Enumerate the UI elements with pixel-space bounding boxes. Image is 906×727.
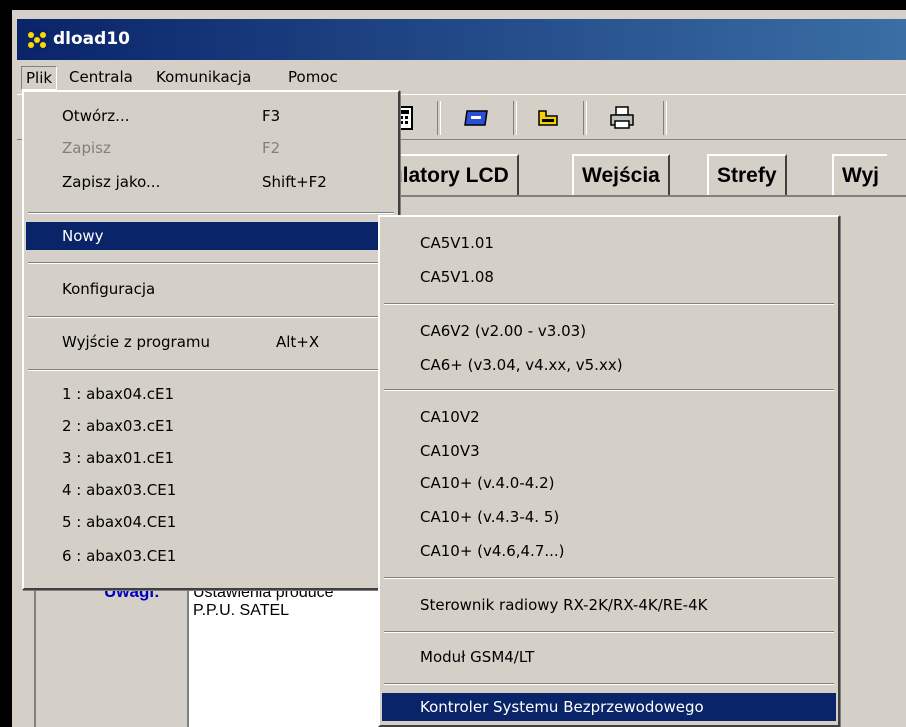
submenu-item[interactable]: CA10V3 (382, 437, 836, 465)
modem-icon[interactable] (457, 103, 495, 133)
menu-komunikacja[interactable]: Komunikacja (152, 66, 255, 88)
screen-frame-left (0, 0, 12, 727)
recent-file-item[interactable]: 3 : abax01.cE1 (26, 444, 396, 472)
menu-item-label: CA6+ (v3.04, v4.xx, v5.xx) (420, 356, 623, 374)
menu-item-label: Otwórz... (62, 107, 130, 125)
menu-item-nowy[interactable]: Nowy (26, 222, 396, 250)
menu-separator (384, 303, 834, 305)
submenu-item[interactable]: Sterownik radiowy RX-2K/RX-4K/RE-4K (382, 591, 836, 619)
menu-item-label: Nowy (62, 227, 104, 245)
menu-item-label: 4 : abax03.CE1 (62, 481, 177, 499)
menu-item-label: Sterownik radiowy RX-2K/RX-4K/RE-4K (420, 596, 708, 614)
device-icon[interactable] (529, 103, 567, 133)
app-icon (25, 29, 49, 51)
menu-item-shortcut: F3 (262, 107, 281, 125)
menu-item-zapisz: Zapisz F2 (26, 134, 396, 162)
menu-separator (28, 212, 394, 214)
menu-item-label: Konfiguracja (62, 280, 156, 298)
toolbar-separator (663, 101, 667, 135)
menu-separator (384, 683, 834, 685)
submenu-item[interactable]: CA10+ (v.4.3-4. 5) (382, 503, 836, 531)
submenu-item-kontroler[interactable]: Kontroler Systemu Bezprzewodowego (382, 693, 836, 721)
recent-file-item[interactable]: 6 : abax03.CE1 (26, 542, 396, 570)
recent-file-item[interactable]: 1 : abax04.cE1 (26, 380, 396, 408)
menu-item-label: 3 : abax01.cE1 (62, 449, 175, 467)
tab-strefy[interactable]: Strefy (707, 154, 787, 196)
menu-item-label: Zapisz jako... (62, 173, 161, 191)
toolbar-separator (437, 101, 441, 135)
tab-wejscia[interactable]: Wejścia (572, 154, 670, 196)
submenu-item[interactable]: CA10+ (v.4.0-4.2) (382, 469, 836, 497)
menu-item-label: Kontroler Systemu Bezprzewodowego (420, 698, 704, 716)
submenu-item[interactable]: Moduł GSM4/LT (382, 643, 836, 671)
toolbar-separator (513, 101, 517, 135)
uwagi-line: P.P.U. SATEL (193, 602, 290, 619)
recent-file-item[interactable]: 5 : abax04.CE1 (26, 508, 396, 536)
submenu-item[interactable]: CA6V2 (v2.00 - v3.03) (382, 317, 836, 345)
menu-plik[interactable]: Plik (21, 66, 58, 90)
submenu-item[interactable]: CA10V2 (382, 403, 836, 431)
menu-item-label: CA10+ (v.4.0-4.2) (420, 474, 555, 492)
menu-bar: Plik Centrala Komunikacja Pomoc (17, 62, 906, 90)
menu-separator (28, 262, 394, 264)
menu-item-label: Moduł GSM4/LT (420, 648, 535, 666)
menu-item-label: 1 : abax04.cE1 (62, 385, 175, 403)
menu-separator (384, 631, 834, 633)
menu-item-zapisz-jako[interactable]: Zapisz jako... Shift+F2 (26, 168, 396, 196)
uwagi-field[interactable]: Ustawienia produce P.P.U. SATEL (187, 580, 407, 727)
app-window: dload10 Plik Centrala Komunikacja Pomoc (12, 10, 906, 727)
menu-centrala[interactable]: Centrala (65, 66, 137, 88)
submenu-item[interactable]: CA10+ (v4.6,4.7...) (382, 537, 836, 565)
menu-item-shortcut: Alt+X (276, 333, 320, 351)
menu-item-label: Zapisz (62, 139, 111, 157)
menu-item-label: CA6V2 (v2.00 - v3.03) (420, 322, 587, 340)
menu-separator (384, 577, 834, 579)
plik-menu: Otwórz... F3 Zapisz F2 Zapisz jako... Sh… (22, 90, 400, 590)
menu-item-label: CA10+ (v4.6,4.7...) (420, 542, 565, 560)
menu-item-label: CA10V2 (420, 408, 480, 426)
menu-item-label: Wyjście z programu (62, 333, 211, 351)
nowy-submenu: CA5V1.01 CA5V1.08 CA6V2 (v2.00 - v3.03) … (378, 215, 840, 727)
menu-item-otworz[interactable]: Otwórz... F3 (26, 102, 396, 130)
menu-item-label: CA5V1.01 (420, 234, 494, 252)
submenu-item[interactable]: CA5V1.08 (382, 263, 836, 291)
menu-item-label: 6 : abax03.CE1 (62, 547, 177, 565)
menu-item-label: 2 : abax03.cE1 (62, 417, 175, 435)
submenu-item[interactable]: CA6+ (v3.04, v4.xx, v5.xx) (382, 351, 836, 379)
menu-separator (384, 389, 834, 391)
menu-separator (28, 369, 394, 371)
menu-item-label: 5 : abax04.CE1 (62, 513, 177, 531)
toolbar-separator (583, 101, 587, 135)
window-title: dload10 (53, 29, 130, 49)
printer-icon[interactable] (603, 103, 641, 133)
menu-item-label: CA10+ (v.4.3-4. 5) (420, 508, 560, 526)
submenu-item[interactable]: CA5V1.01 (382, 229, 836, 257)
menu-item-label: CA5V1.08 (420, 268, 494, 286)
menu-item-shortcut: F2 (262, 139, 281, 157)
menu-separator (28, 316, 394, 318)
title-bar[interactable]: dload10 (17, 19, 906, 60)
recent-file-item[interactable]: 4 : abax03.CE1 (26, 476, 396, 504)
recent-file-item[interactable]: 2 : abax03.cE1 (26, 412, 396, 440)
menu-item-wyjscie[interactable]: Wyjście z programu Alt+X (26, 328, 396, 356)
menu-pomoc[interactable]: Pomoc (284, 66, 342, 88)
menu-item-label: CA10V3 (420, 442, 480, 460)
menu-item-konfiguracja[interactable]: Konfiguracja (26, 275, 396, 303)
tab-wyjscia[interactable]: Wyj (832, 154, 887, 196)
screen-frame-top (0, 0, 906, 10)
menu-item-shortcut: Shift+F2 (262, 173, 327, 191)
